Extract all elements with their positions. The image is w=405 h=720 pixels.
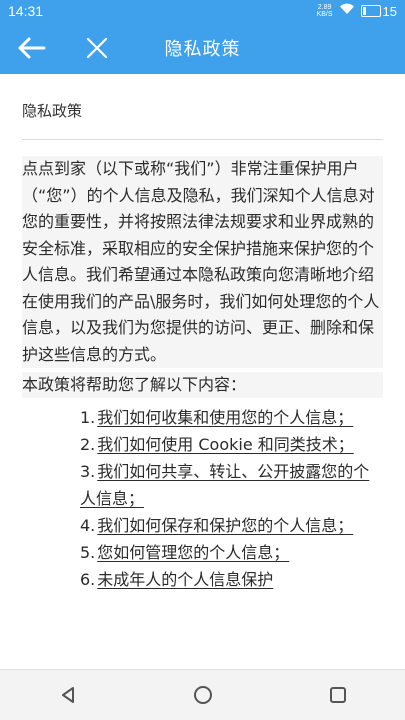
- toc-link[interactable]: 我们如何收集和使用您的个人信息；: [97, 408, 353, 427]
- toc-link[interactable]: 我们如何共享、转让、公开披露您的个人信息；: [80, 462, 369, 508]
- document-heading: 隐私政策: [22, 102, 83, 120]
- close-icon[interactable]: [80, 32, 114, 64]
- toc-number: 3.: [80, 462, 96, 481]
- toc-item: 3. 我们如何共享、转让、公开披露您的个人信息；: [80, 458, 383, 512]
- triangle-back-icon[interactable]: [48, 675, 88, 715]
- app-bar: 隐私政策: [0, 22, 405, 74]
- toc-number: 2.: [80, 435, 96, 454]
- toc-item: 1. 我们如何收集和使用您的个人信息；: [80, 404, 383, 431]
- toc-item: 4. 我们如何保存和保护您的个人信息；: [80, 512, 383, 539]
- toc-item: 6. 未成年人的个人信息保护: [80, 566, 383, 593]
- toc-number: 1.: [80, 408, 96, 427]
- system-nav-bar: [0, 669, 405, 720]
- toc-item: 2. 我们如何使用 Cookie 和同类技术；: [80, 431, 383, 458]
- divider: [22, 139, 383, 140]
- net-speed: 2.89 KB/S: [317, 4, 333, 18]
- toc-link[interactable]: 您如何管理您的个人信息；: [97, 543, 289, 562]
- policy-content[interactable]: 隐私政策 点点到家（以下或称“我们”）非常注重保护用户（“您”）的个人信息及隐私…: [0, 74, 405, 670]
- toc-number: 4.: [80, 516, 96, 535]
- toc-link[interactable]: 我们如何使用 Cookie 和同类技术；: [97, 435, 353, 454]
- policy-paragraph: 点点到家（以下或称“我们”）非常注重保护用户（“您”）的个人信息及隐私，我们深知…: [22, 156, 383, 368]
- status-right: 2.89 KB/S 15: [317, 3, 405, 19]
- net-speed-value: 2.89: [317, 4, 332, 11]
- battery-icon: 15: [360, 3, 397, 19]
- status-time: 14:31: [8, 3, 44, 19]
- toc-link[interactable]: 未成年人的个人信息保护: [97, 570, 273, 589]
- toc-number: 5.: [80, 543, 96, 562]
- toc-item: 5. 您如何管理您的个人信息；: [80, 539, 383, 566]
- net-speed-unit: KB/S: [316, 11, 333, 18]
- status-bar: 14:31 2.89 KB/S 15: [0, 0, 405, 22]
- toc-list: 1. 我们如何收集和使用您的个人信息； 2. 我们如何使用 Cookie 和同类技术…: [80, 404, 383, 593]
- arrow-left-icon[interactable]: [14, 32, 48, 64]
- toc-number: 6.: [80, 570, 96, 589]
- policy-intro: 本政策将帮助您了解以下内容：: [22, 372, 383, 398]
- circle-home-icon[interactable]: [183, 675, 223, 715]
- page-title: 隐私政策: [164, 39, 241, 60]
- wifi-icon: [339, 3, 355, 19]
- square-recents-icon[interactable]: [318, 675, 358, 715]
- battery-level: 15: [382, 3, 397, 19]
- toc-link[interactable]: 我们如何保存和保护您的个人信息；: [97, 516, 353, 535]
